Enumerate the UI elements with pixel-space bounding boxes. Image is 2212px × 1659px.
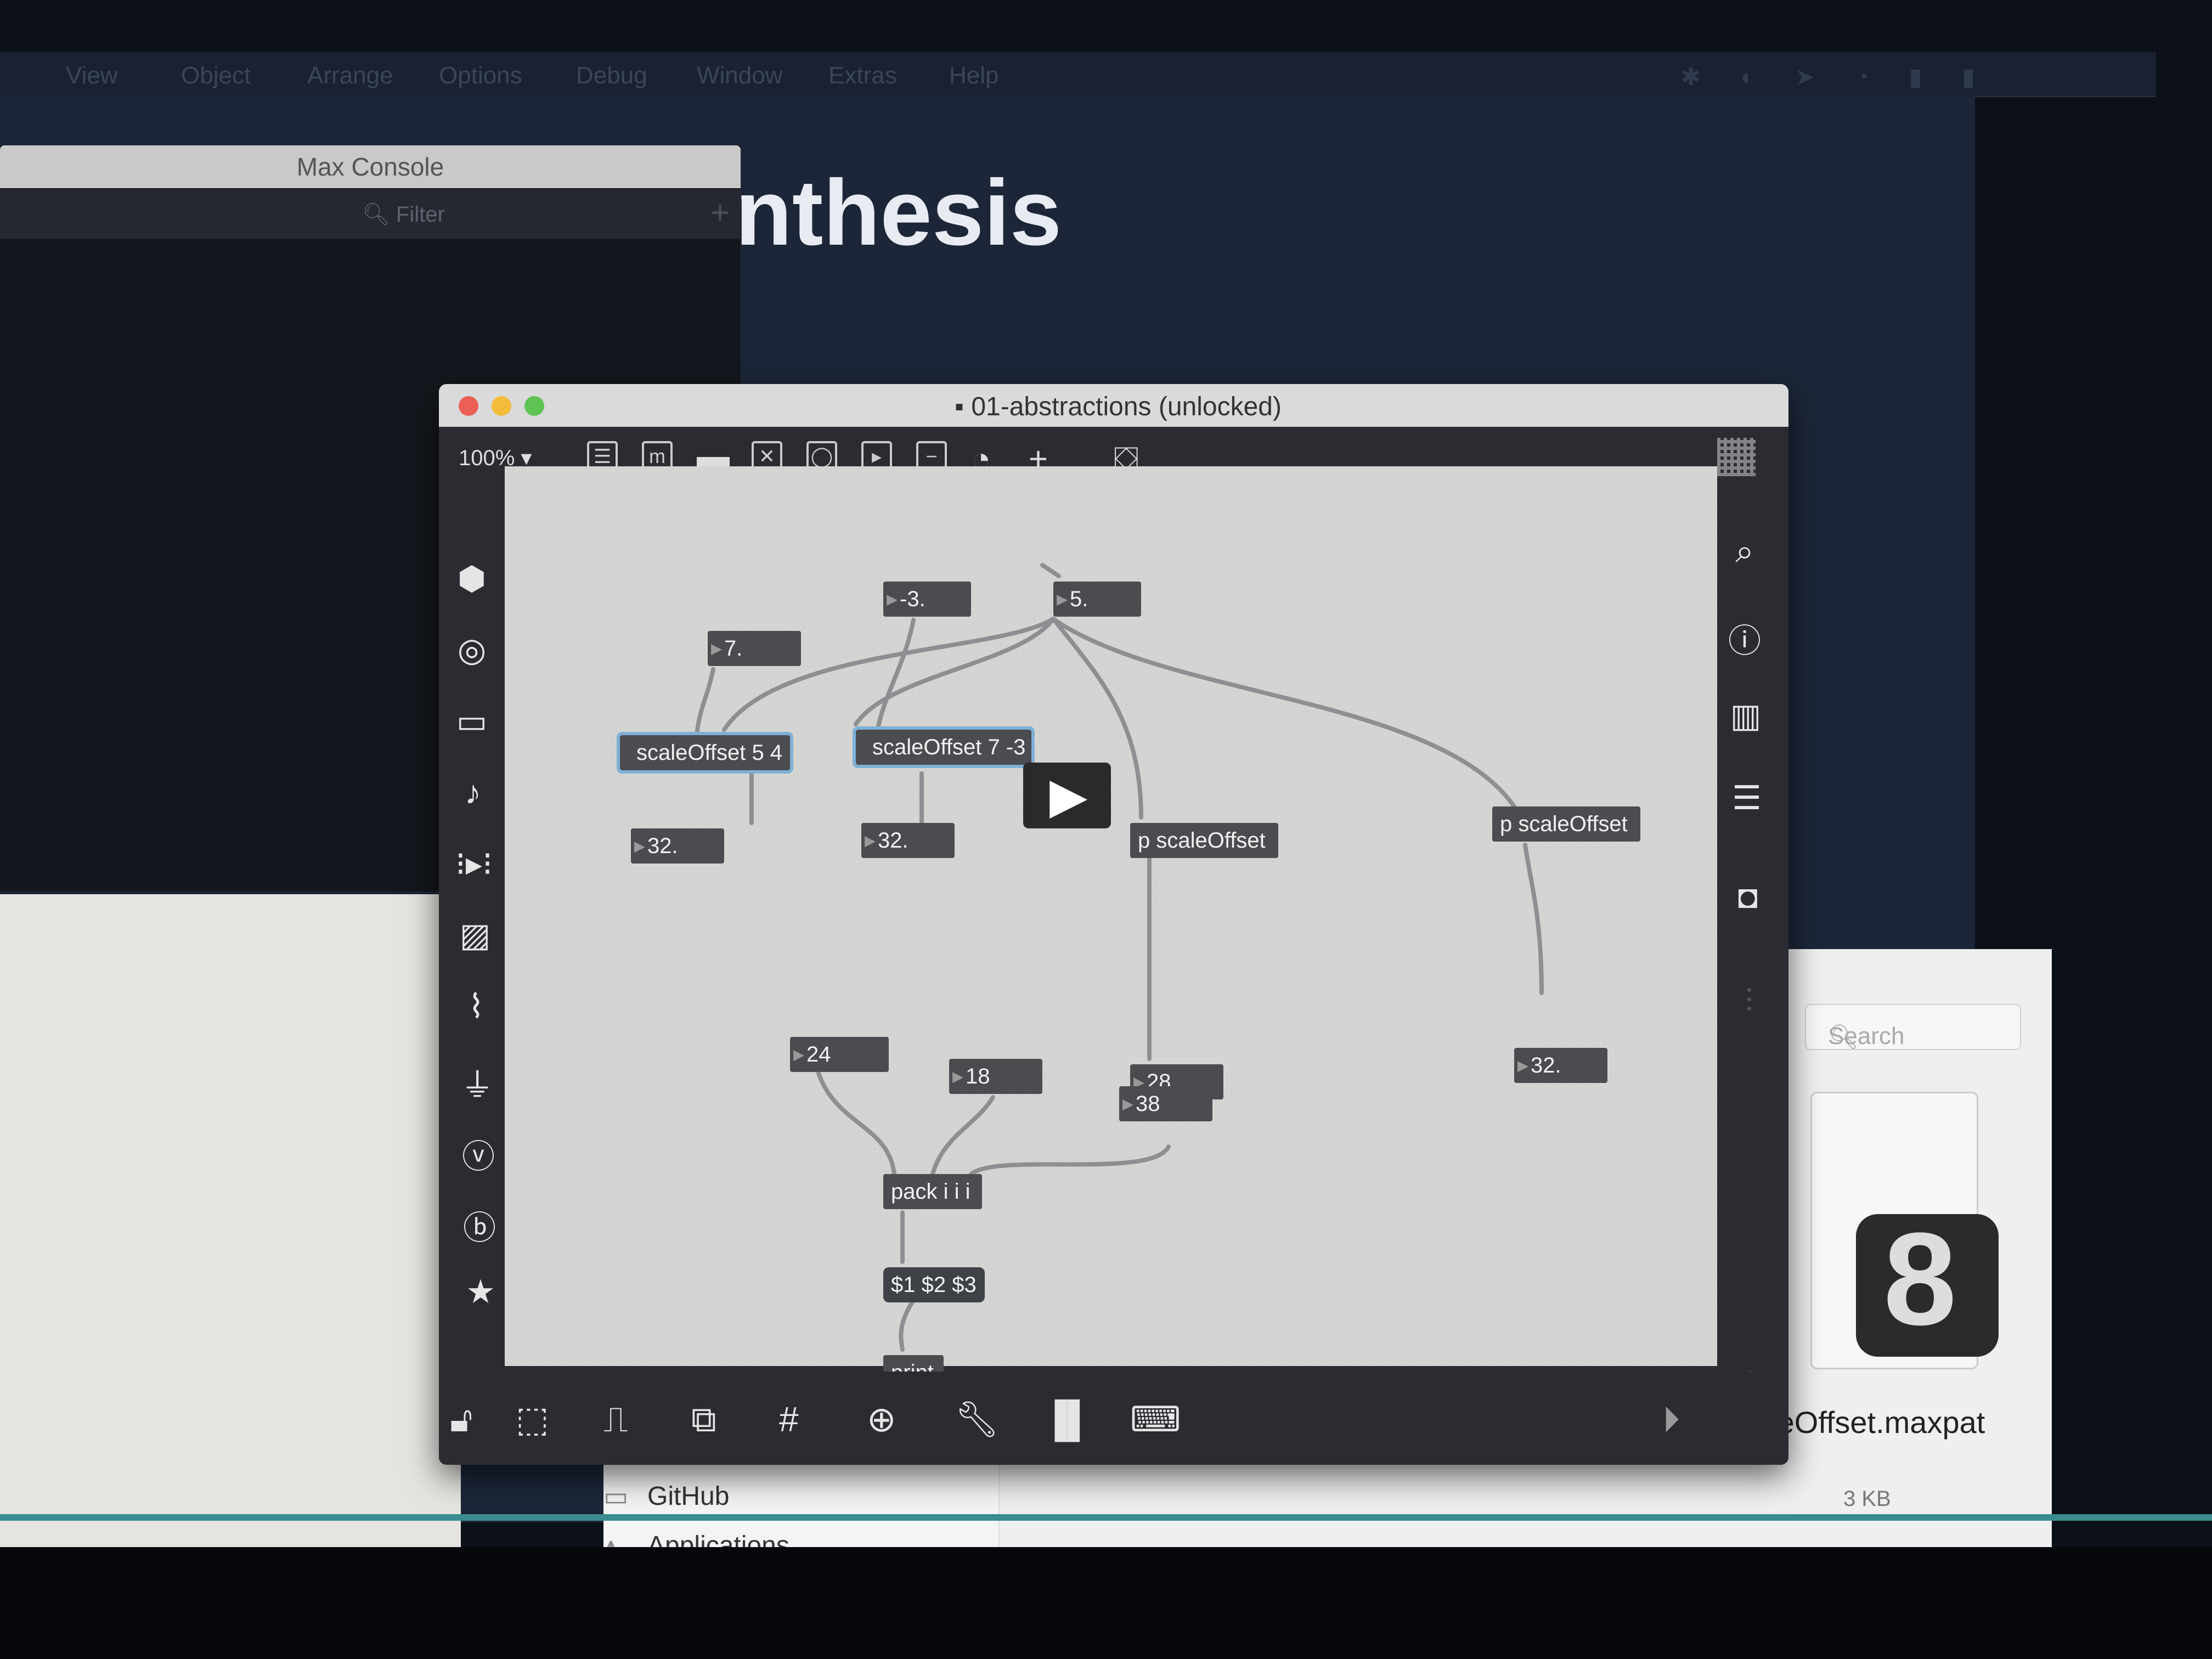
flonum-output-1[interactable]: 32. xyxy=(631,828,724,864)
patcher-bottom-toolbar: 🔓︎ ⬚ ⎍ ⧉ # ⊕ 🔧︎ ▐▌ ⌨ ⏵ xyxy=(439,1372,1788,1465)
keyboard-icon[interactable]: ⌨ xyxy=(1130,1399,1181,1440)
video-play-button[interactable]: ▶ xyxy=(1023,763,1111,828)
menu-debug[interactable]: Debug xyxy=(576,62,647,89)
folder-icon: ▭ xyxy=(603,1482,629,1511)
add-icon[interactable]: + xyxy=(710,194,730,232)
windows-icon[interactable]: ⧉ xyxy=(691,1399,716,1440)
status-icons: ✱ ◐ ➤ ◔ ▮ ▮ xyxy=(1680,64,1991,91)
menu-arrange[interactable]: Arrange xyxy=(307,62,393,89)
max-logo-icon: 8 xyxy=(1856,1205,1999,1357)
transport-play-icon[interactable]: ⏵ xyxy=(1662,1399,1680,1440)
number-38[interactable]: 38 xyxy=(1119,1086,1212,1121)
paperclip-icon[interactable]: ⌇ xyxy=(454,988,498,1026)
grid-icon[interactable] xyxy=(1717,438,1756,476)
display-icon[interactable]: ▭ xyxy=(450,702,494,741)
presentation-select-icon[interactable]: ⬚ xyxy=(516,1399,549,1440)
patcher-canvas[interactable]: -3. 5. 7. scaleOffset 5 4 scaleOffset 7 … xyxy=(505,466,1717,1390)
screen-edge xyxy=(0,1514,2212,1521)
cube-icon[interactable]: ⬢ xyxy=(450,560,494,598)
window-title: ▪ 01-abstractions (unlocked) xyxy=(955,392,1282,421)
patch-cord xyxy=(930,1095,995,1176)
target-icon[interactable]: ◎ xyxy=(450,631,494,669)
flonum-output-4[interactable]: 32. xyxy=(1514,1048,1607,1083)
number-24[interactable]: 24 xyxy=(790,1037,889,1072)
sidebar-item-label: GitHub xyxy=(647,1482,730,1511)
favorites-star-icon[interactable]: ★ xyxy=(459,1273,503,1311)
image-icon[interactable]: ▨ xyxy=(453,916,497,955)
vizzie-icon[interactable]: ⓥ xyxy=(456,1130,500,1178)
mixer-icon[interactable]: ⫶ xyxy=(1727,982,1771,1020)
new-view-icon[interactable]: ⊕ xyxy=(867,1399,896,1440)
plug-icon[interactable]: ⏚ xyxy=(455,1059,499,1107)
menu-view[interactable]: View xyxy=(66,62,118,89)
reference-book-icon[interactable]: ▥ xyxy=(1724,697,1768,735)
sidebar-item-github[interactable]: ▭ GitHub xyxy=(603,1481,730,1511)
zoom-button[interactable] xyxy=(524,396,544,416)
console-title: Max Console xyxy=(0,145,741,188)
search-icon[interactable]: ⌕ xyxy=(1723,532,1767,571)
menu-extras[interactable]: Extras xyxy=(828,62,897,89)
background-document xyxy=(0,894,461,1553)
search-placeholder: Search xyxy=(1828,1023,1905,1049)
patcher-titlebar: ▪ 01-abstractions (unlocked) xyxy=(439,384,1788,427)
minimize-button[interactable] xyxy=(492,396,511,416)
flonum-output-2[interactable]: 32. xyxy=(861,823,955,858)
patch-cord xyxy=(969,1144,1171,1176)
flonum-minus3[interactable]: -3. xyxy=(883,582,971,617)
object-scaleoffset-5-4[interactable]: scaleOffset 5 4 xyxy=(617,732,793,774)
mixer-console-icon[interactable]: ▐▌ xyxy=(1042,1399,1092,1440)
music-note-icon[interactable]: ♪ xyxy=(451,774,495,811)
info-icon[interactable]: ⓘ xyxy=(1723,614,1767,662)
beap-icon[interactable]: ⓑ xyxy=(458,1201,501,1249)
grid-snap-icon[interactable]: # xyxy=(779,1399,799,1440)
presentation-mode-icon[interactable]: ⎍ xyxy=(603,1399,628,1440)
object-scaleoffset-7-minus3[interactable]: scaleOffset 7 -3 xyxy=(853,726,1035,768)
list-icon[interactable]: ☰ xyxy=(1725,779,1769,817)
patcher-window: ▪ 01-abstractions (unlocked) 100% ▾ ☰ m … xyxy=(439,384,1788,1465)
search-icon: 🔍︎ xyxy=(362,202,396,227)
patch-cord xyxy=(899,1298,916,1352)
message-dollar-args[interactable]: $1 $2 $3 xyxy=(883,1267,985,1302)
finder-search-input[interactable]: 🔍︎ Search xyxy=(1805,1004,2021,1051)
document-icon: ▪ xyxy=(955,392,972,421)
maxpat-file-icon[interactable]: 8 xyxy=(1810,1092,1999,1369)
object-pack[interactable]: pack i i i xyxy=(883,1174,982,1209)
flonum-5[interactable]: 5. xyxy=(1053,582,1141,617)
patch-cord xyxy=(1040,563,1061,578)
console-filter-input[interactable]: 🔍︎ Filter xyxy=(362,201,445,227)
menu-object[interactable]: Object xyxy=(181,62,251,89)
step-sequencer-icon[interactable]: ⁝▸⁝ xyxy=(452,845,496,883)
patch-cord xyxy=(876,618,916,732)
file-size: 3 KB xyxy=(1843,1487,1891,1511)
patch-cord xyxy=(815,1068,896,1176)
wrench-icon[interactable]: 🔧︎ xyxy=(955,1399,999,1440)
snapshot-camera-icon[interactable]: ◘ xyxy=(1726,878,1770,916)
menu-options[interactable]: Options xyxy=(439,62,522,89)
patch-cord xyxy=(695,667,715,737)
subpatch-scaleoffset-1[interactable]: p scaleOffset xyxy=(1130,823,1278,858)
close-button[interactable] xyxy=(459,396,478,416)
slide-title: nthesis xyxy=(735,161,1062,265)
play-icon: ▶ xyxy=(1049,769,1088,823)
flonum-7[interactable]: 7. xyxy=(708,631,801,666)
monitor-bezel xyxy=(0,1547,2212,1659)
filter-placeholder: Filter xyxy=(396,202,445,227)
subpatch-scaleoffset-2[interactable]: p scaleOffset xyxy=(1492,806,1640,842)
lock-icon[interactable]: 🔓︎ xyxy=(450,1399,472,1440)
menubar: View Object Arrange Options Debug Window… xyxy=(0,52,2156,97)
patch-cord xyxy=(1523,843,1544,995)
menu-window[interactable]: Window xyxy=(697,62,783,89)
number-18[interactable]: 18 xyxy=(949,1059,1042,1094)
patch-cord xyxy=(1051,617,1516,809)
console-filter-bar: 🔍︎ Filter + xyxy=(0,189,741,239)
menu-help[interactable]: Help xyxy=(949,62,999,89)
